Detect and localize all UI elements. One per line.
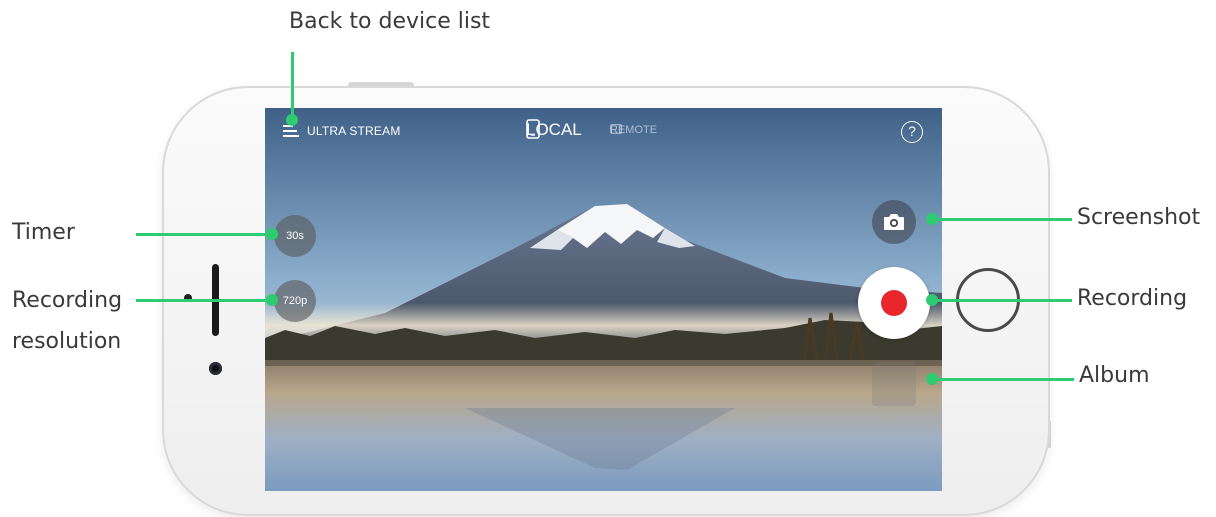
resolution-button[interactable]: 720p <box>274 280 316 322</box>
connector-resolution-dot <box>266 294 278 306</box>
resolution-value: 720p <box>282 295 308 307</box>
help-icon[interactable]: ? <box>901 121 923 143</box>
record-button[interactable] <box>858 267 930 339</box>
record-icon <box>881 290 907 316</box>
connector-timer <box>136 233 272 236</box>
timer-value: 30s <box>286 230 304 242</box>
connector-screenshot <box>932 218 1072 221</box>
annotation-back-to-device-list: Back to device list <box>289 9 491 34</box>
timer-button[interactable]: 30s <box>274 215 316 257</box>
landscape-photo <box>265 108 942 491</box>
annotation-recording-resolution-line2: resolution <box>12 329 122 354</box>
annotation-timer: Timer <box>12 220 75 245</box>
annotation-recording-resolution-line1: Recording <box>12 288 123 313</box>
annotation-album: Album <box>1079 363 1150 388</box>
tab-local[interactable]: LOCAL <box>526 119 582 141</box>
tab-remote[interactable]: REMOTE <box>610 124 657 136</box>
phone-icon <box>526 119 540 139</box>
annotation-recording: Recording <box>1077 286 1188 311</box>
connector-recording-dot <box>926 294 938 306</box>
screenshot-button[interactable] <box>872 200 916 244</box>
album-button[interactable] <box>872 362 916 406</box>
connector-back-dot <box>286 114 298 126</box>
annotation-screenshot: Screenshot <box>1077 205 1201 230</box>
connector-timer-dot <box>266 228 278 240</box>
camera-preview-screen: ULTRA STREAM LOCAL REMOTE ? 30s 720p <box>265 108 942 491</box>
tablet-icon <box>610 124 622 134</box>
app-brand: ULTRA STREAM <box>307 124 401 138</box>
connector-album <box>932 378 1074 381</box>
connector-recording <box>932 299 1072 302</box>
top-bar: ULTRA STREAM LOCAL REMOTE ? <box>265 108 942 154</box>
front-camera <box>209 362 222 375</box>
connector-resolution <box>136 299 272 302</box>
connector-album-dot <box>926 373 938 385</box>
connector-back <box>291 52 294 120</box>
connector-screenshot-dot <box>926 213 938 225</box>
camera-icon <box>884 214 904 230</box>
